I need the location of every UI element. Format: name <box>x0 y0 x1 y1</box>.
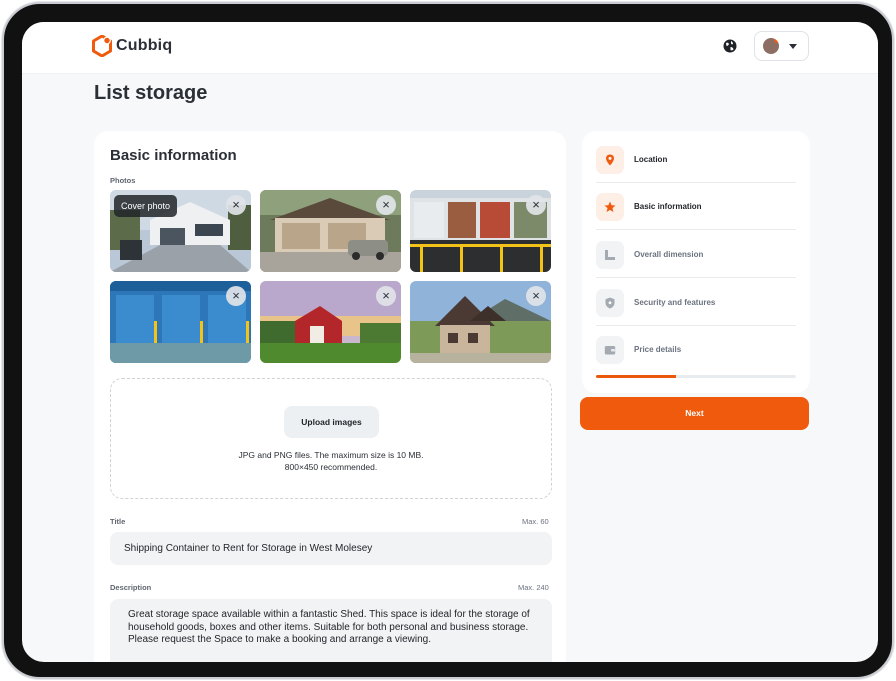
step-location[interactable]: Location <box>596 136 796 183</box>
chevron-down-icon <box>789 43 797 49</box>
title-input[interactable]: Shipping Container to Rent for Storage i… <box>110 532 552 565</box>
remove-photo-button[interactable]: × <box>226 286 246 306</box>
remove-photo-button[interactable]: × <box>226 195 246 215</box>
avatar <box>763 38 779 54</box>
title-label: Title <box>110 517 126 526</box>
step-price-details[interactable]: Price details <box>596 326 796 373</box>
cover-photo-badge: Cover photo <box>114 195 178 217</box>
page-title: List storage <box>94 82 208 104</box>
photo-thumbnail[interactable]: × <box>110 281 251 363</box>
description-max-length: Max. 240 <box>518 583 549 592</box>
app-name: Cubbiq <box>116 37 173 54</box>
step-icon <box>596 288 624 317</box>
star-icon <box>604 201 616 212</box>
step-icon <box>596 335 624 364</box>
step-security-and-features[interactable]: Security and features <box>596 279 796 326</box>
description-textarea[interactable]: Great storage space available within a f… <box>110 599 552 662</box>
top-bar: Cubbiq <box>22 22 878 74</box>
upload-hint: JPG and PNG files. The maximum size is 1… <box>111 449 551 473</box>
steps-card: Location Basic information Overall dimen… <box>582 131 810 393</box>
remove-photo-button[interactable]: × <box>376 195 396 215</box>
steps-progress-fill <box>596 375 676 378</box>
photo-thumbnail[interactable]: × <box>410 190 551 272</box>
step-icon <box>596 145 624 174</box>
step-label: Location <box>634 155 668 164</box>
title-max-length: Max. 60 <box>522 517 549 526</box>
step-icon <box>596 240 624 269</box>
step-overall-dimension[interactable]: Overall dimension <box>596 231 796 278</box>
cubbiq-logo-icon <box>92 35 112 57</box>
wallet-icon <box>604 345 616 354</box>
step-basic-information[interactable]: Basic information <box>596 183 796 230</box>
upload-hint-line: JPG and PNG files. The maximum size is 1… <box>238 450 424 460</box>
step-label: Price details <box>634 345 682 354</box>
remove-photo-button[interactable]: × <box>376 286 396 306</box>
photo-thumbnail[interactable]: × <box>410 281 551 363</box>
step-label: Security and features <box>634 298 716 307</box>
description-label: Description <box>110 583 152 592</box>
step-label: Basic information <box>634 202 702 211</box>
divider <box>596 229 796 230</box>
shield-icon <box>605 297 615 308</box>
photo-thumbnail[interactable]: Cover photo × <box>110 190 251 272</box>
upload-hint-line: 800×450 recommended. <box>284 462 378 472</box>
step-label: Overall dimension <box>634 250 704 259</box>
image-dropzone[interactable]: Upload images JPG and PNG files. The max… <box>110 378 552 499</box>
divider <box>596 277 796 278</box>
dimension-icon <box>605 249 615 260</box>
logo[interactable]: Cubbiq <box>92 35 172 57</box>
app-screen: Cubbiq List storage Basic information Ph… <box>22 22 878 662</box>
step-icon <box>596 192 624 221</box>
section-title: Basic information <box>110 147 237 164</box>
account-menu-button[interactable] <box>754 31 809 61</box>
next-button[interactable]: Next <box>580 397 809 430</box>
upload-images-button[interactable]: Upload images <box>284 406 379 438</box>
photos-label: Photos <box>110 176 136 185</box>
remove-photo-button[interactable]: × <box>526 286 546 306</box>
location-pin-icon <box>606 154 614 165</box>
basic-information-card: Basic information Photos Cover photo × ×… <box>94 131 566 662</box>
globe-icon[interactable] <box>722 38 738 54</box>
remove-photo-button[interactable]: × <box>526 195 546 215</box>
tablet-frame: Cubbiq List storage Basic information Ph… <box>2 2 894 679</box>
photo-thumbnail[interactable]: × <box>260 281 401 363</box>
steps-progress-bar <box>596 375 796 378</box>
photo-thumbnail[interactable]: × <box>260 190 401 272</box>
